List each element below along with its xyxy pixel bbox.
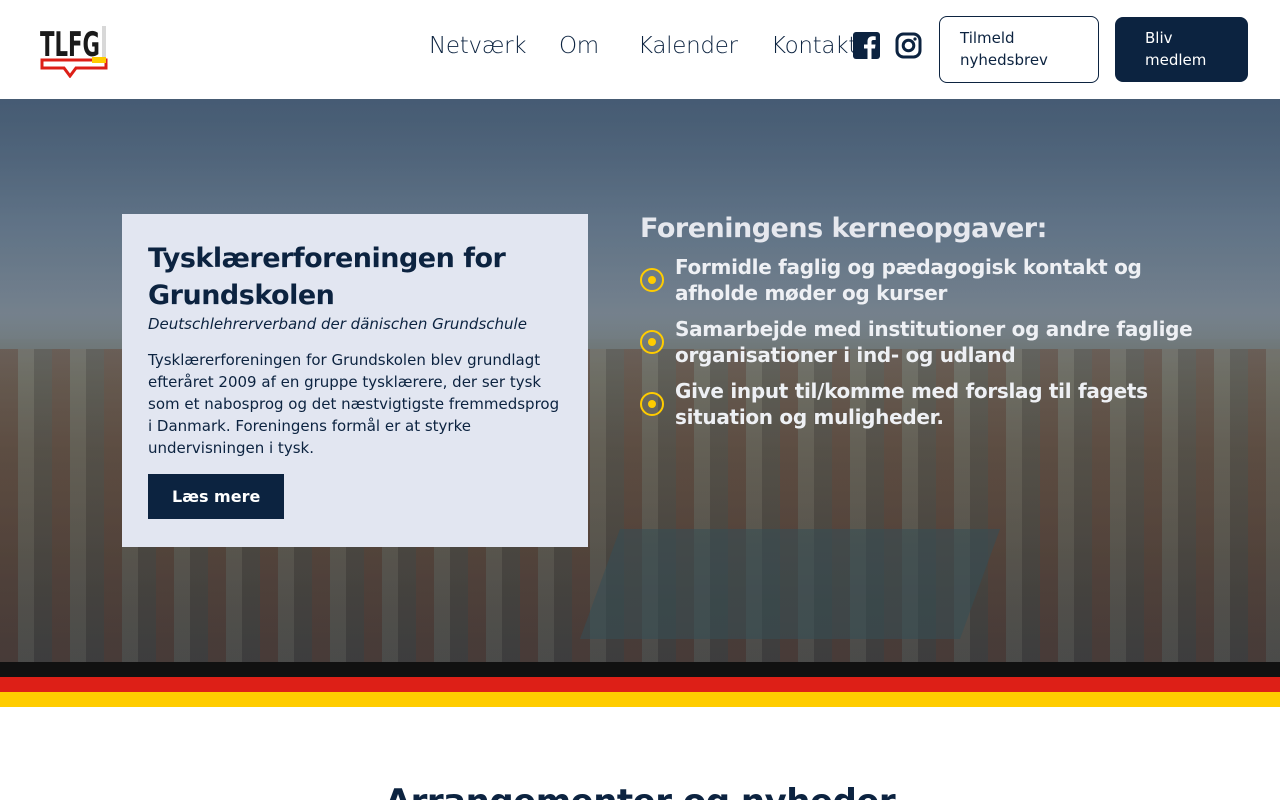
flag-stripe-red [0, 677, 1280, 692]
core-task-item: Formidle faglig og pædagogisk kontakt og… [640, 254, 1200, 306]
core-task-text: Samarbejde med institutioner og andre fa… [675, 317, 1193, 367]
events-news-heading: Arrangementer og nyheder [0, 782, 1280, 800]
facebook-icon[interactable] [853, 32, 880, 59]
tlfg-logo[interactable]: TLFG [40, 24, 110, 79]
read-more-button[interactable]: Læs mere [148, 474, 285, 519]
bullet-circle-icon [640, 330, 664, 354]
logo-mark: TLFG [40, 25, 108, 79]
intro-title: Tysklærerforeningen for Grundskolen [148, 243, 506, 311]
core-task-text: Formidle faglig og pædagogisk kontakt og… [675, 255, 1142, 305]
core-tasks: Foreningens kerneopgaver: Formidle fagli… [640, 213, 1200, 430]
intro-card: Tysklærerforeningen for Grundskolen Deut… [122, 214, 588, 547]
intro-body: Tysklærerforeningen for Grundskolen blev… [148, 351, 560, 457]
nav-item-kalender[interactable]: Kalender [638, 33, 738, 59]
instagram-icon[interactable] [895, 32, 922, 59]
bullet-circle-icon [640, 268, 664, 292]
nav-item-om[interactable]: Om [559, 33, 599, 59]
flag-stripe-gold [0, 692, 1280, 707]
core-task-item: Samarbejde med institutioner og andre fa… [640, 316, 1200, 368]
newsletter-signup-button[interactable]: Tilmeld nyhedsbrev [939, 16, 1099, 83]
nav-item-netvaerk[interactable]: Netværk [429, 33, 527, 59]
site-header: TLFG Netværk Om Kalender Kontakt Tilmeld… [0, 0, 1280, 99]
become-member-button[interactable]: Bliv medlem [1115, 17, 1248, 82]
bullet-circle-icon [640, 392, 664, 416]
hero-section: Tysklærerforeningen for Grundskolen Deut… [0, 99, 1280, 662]
intro-subtitle: Deutschlehrerverband der dänischen Grund… [148, 315, 527, 333]
flag-stripe-black [0, 662, 1280, 677]
core-task-item: Give input til/komme med forslag til fag… [640, 378, 1200, 430]
nav-item-kontakt[interactable]: Kontakt [771, 33, 857, 59]
core-tasks-title: Foreningens kerneopgaver: [640, 213, 1047, 244]
core-task-text: Give input til/komme med forslag til fag… [675, 379, 1148, 429]
